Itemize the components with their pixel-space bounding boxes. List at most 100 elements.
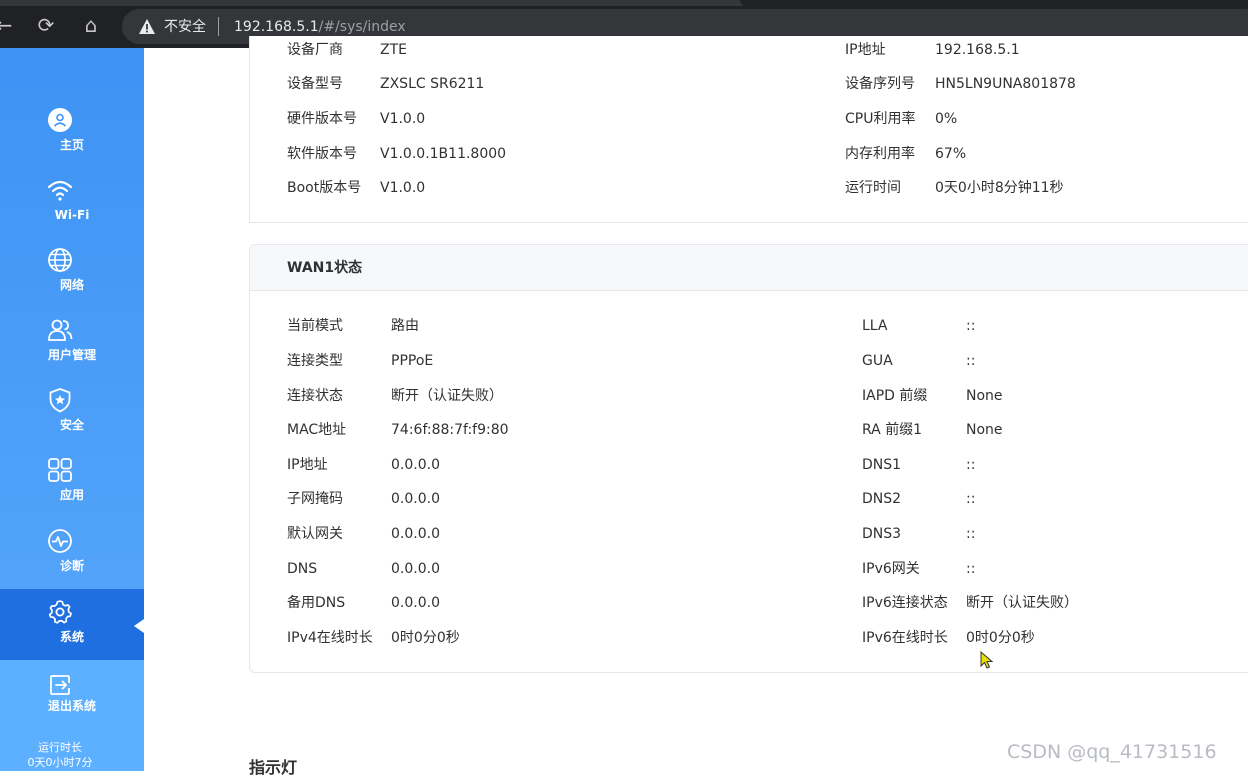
card-header: WAN1状态 [250, 245, 1248, 291]
ipv6-connection-status-value: 断开（认证失败） [966, 595, 1078, 611]
software-version-value: V1.0.0.1B11.8000 [380, 146, 507, 162]
connection-type-label: 连接类型 [287, 353, 343, 369]
url-host: 192.168.5.1 [234, 19, 319, 35]
tab-strip [0, 0, 1248, 6]
pulse-icon [48, 529, 72, 553]
url-path: /#/sys/index [318, 19, 406, 35]
device-ip-label: IP地址 [845, 42, 886, 58]
logout-button[interactable]: 退出系统 [0, 674, 144, 744]
sidebar-item-label: 安全 [59, 418, 84, 432]
active-indicator [134, 619, 144, 633]
run-time-value: 0天0小时8分钟11秒 [935, 180, 1064, 196]
device-model-value: ZXSLC SR6211 [380, 76, 485, 92]
sidebar-item-apps[interactable]: 应用 [0, 457, 144, 527]
subnet-mask-value: 0.0.0.0 [391, 491, 440, 507]
run-time-label: 运行时间 [845, 180, 901, 196]
indicator-light-section-title: 指示灯 [249, 758, 298, 777]
sidebar-item-label: 应用 [59, 488, 84, 502]
wan-mode-value: 路由 [391, 318, 419, 334]
dns-value: 0.0.0.0 [391, 561, 440, 577]
device-model-label: 设备型号 [287, 76, 343, 92]
ipv6-gateway-value: :: [966, 561, 976, 577]
subnet-mask-label: 子网掩码 [287, 491, 343, 507]
gua-label: GUA [862, 353, 893, 369]
mouse-cursor-icon [980, 651, 994, 669]
sidebar-item-system[interactable]: 系统 [0, 589, 144, 660]
sidebar-item-security[interactable]: 安全 [0, 387, 144, 457]
sidebar-item-network[interactable]: 网络 [0, 247, 144, 317]
sidebar-item-wifi[interactable]: Wi-Fi [0, 177, 144, 247]
device-vendor-label: 设备厂商 [287, 42, 343, 58]
logout-label: 退出系统 [47, 699, 96, 713]
hardware-version-label: 硬件版本号 [287, 111, 357, 127]
sidebar-item-label: 系统 [59, 630, 84, 644]
device-ip-value: 192.168.5.1 [935, 42, 1020, 58]
default-gateway-value: 0.0.0.0 [391, 526, 440, 542]
ipv4-online-time-label: IPv4在线时长 [287, 630, 373, 646]
sidebar-item-label: Wi-Fi [54, 208, 90, 222]
wifi-icon [47, 180, 73, 201]
connection-status-label: 连接状态 [287, 388, 343, 404]
software-version-label: 软件版本号 [287, 146, 357, 162]
dns3-label: DNS3 [862, 526, 902, 542]
backup-dns-value: 0.0.0.0 [391, 595, 440, 611]
lla-label: LLA [862, 318, 888, 334]
dns2-value: :: [966, 491, 976, 507]
users-icon [48, 319, 73, 341]
backup-dns-label: 备用DNS [287, 595, 346, 611]
connection-type-value: PPPoE [391, 353, 434, 369]
ipv4-online-time-value: 0时0分0秒 [391, 630, 460, 646]
ipv6-online-time-label: IPv6在线时长 [862, 630, 948, 646]
apps-icon [48, 458, 72, 482]
serial-number-label: 设备序列号 [845, 76, 915, 92]
boot-version-value: V1.0.0 [380, 180, 426, 196]
cpu-usage-label: CPU利用率 [845, 111, 916, 127]
hardware-version-value: V1.0.0 [380, 111, 426, 127]
iapd-prefix-label: IAPD 前缀 [862, 388, 928, 404]
globe-icon [48, 248, 72, 272]
wan-ip-value: 0.0.0.0 [391, 457, 440, 473]
sidebar-item-diagnostics[interactable]: 诊断 [0, 528, 144, 598]
sidebar-item-home[interactable]: 主页 [0, 107, 144, 177]
uptime-value: 0天0小时7分 [27, 756, 93, 769]
serial-number-value: HN5LN9UNA801878 [935, 76, 1076, 92]
tab-strip-active [740, 0, 1248, 6]
ipv6-online-time-value: 0时0分0秒 [966, 630, 1035, 646]
sidebar-uptime: 运行时长 0天0小时7分 [0, 740, 120, 770]
cpu-usage-value: 0% [935, 111, 958, 127]
dns1-label: DNS1 [862, 457, 902, 473]
default-gateway-label: 默认网关 [287, 526, 343, 542]
security-status[interactable]: 不安全 [164, 17, 206, 37]
dns-label: DNS [287, 561, 318, 577]
sidebar-item-label: 用户管理 [47, 348, 96, 362]
sidebar-item-label: 诊断 [59, 559, 84, 573]
ra-prefix-value: None [966, 422, 1003, 438]
home-person-icon [48, 108, 72, 132]
gua-value: :: [966, 353, 976, 369]
sidebar-item-label: 主页 [59, 138, 84, 152]
card-title: WAN1状态 [287, 260, 363, 276]
back-icon[interactable]: ← [0, 14, 16, 36]
url-text[interactable]: 192.168.5.1/#/sys/index [234, 17, 406, 37]
reload-icon[interactable]: ⟳ [34, 14, 58, 36]
mac-address-value: 74:6f:88:7f:f9:80 [391, 422, 509, 438]
memory-usage-value: 67% [935, 146, 967, 162]
ipv6-connection-status-label: IPv6连接状态 [862, 595, 948, 611]
uptime-label: 运行时长 [38, 741, 82, 754]
ipv6-gateway-label: IPv6网关 [862, 561, 920, 577]
iapd-prefix-value: None [966, 388, 1003, 404]
mac-address-label: MAC地址 [287, 422, 347, 438]
connection-status-value: 断开（认证失败） [391, 388, 503, 404]
home-icon[interactable]: ⌂ [79, 14, 103, 36]
dns3-value: :: [966, 526, 976, 542]
dns2-label: DNS2 [862, 491, 902, 507]
sidebar-item-user-management[interactable]: 用户管理 [0, 317, 144, 387]
logout-icon [50, 675, 70, 695]
wan-mode-label: 当前模式 [287, 318, 343, 334]
warning-icon[interactable] [138, 18, 156, 35]
gear-icon [48, 600, 72, 624]
watermark: CSDN @qq_41731516 [1007, 741, 1217, 763]
memory-usage-label: 内存利用率 [845, 146, 915, 162]
shield-icon [49, 388, 71, 413]
lla-value: :: [966, 318, 976, 334]
